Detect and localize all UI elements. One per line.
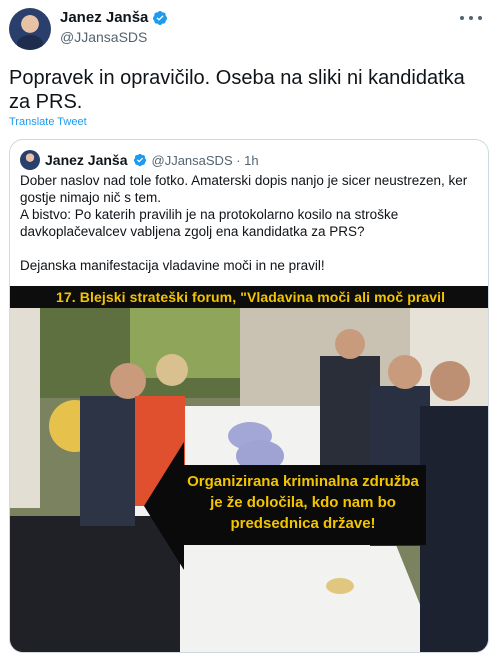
quoted-tweet-photo[interactable]: 17. Blejski strateški forum, "Vladavina … bbox=[10, 286, 488, 652]
quoted-tweet-card[interactable]: Janez Janša @JJansaSDS · 1h Dober naslov… bbox=[9, 139, 489, 653]
quoted-tweet-header: Janez Janša @JJansaSDS · 1h bbox=[20, 150, 259, 170]
photo-overlay-caption: Organizirana kriminalna združba je že do… bbox=[180, 465, 426, 545]
author-name-row: Janez Janša bbox=[60, 9, 168, 26]
author-handle[interactable]: @JJansaSDS bbox=[60, 29, 147, 45]
photo-banner: 17. Blejski strateški forum, "Vladavina … bbox=[10, 286, 488, 308]
more-options-icon[interactable] bbox=[460, 10, 482, 26]
verified-badge-icon bbox=[153, 10, 168, 25]
verified-badge-icon bbox=[133, 153, 146, 167]
quoted-author-meta: @JJansaSDS · 1h bbox=[151, 152, 259, 168]
quoted-author-name: Janez Janša bbox=[45, 152, 128, 168]
quoted-author-avatar bbox=[20, 150, 40, 170]
photo-overlay-text: Organizirana kriminalna združba je že do… bbox=[187, 473, 419, 532]
quoted-text-line: Dober naslov nad tole fotko. Amaterski d… bbox=[20, 173, 468, 205]
quoted-text-line: Dejanska manifestacija vladavine moči in… bbox=[20, 258, 325, 273]
author-name[interactable]: Janez Janša bbox=[60, 9, 148, 26]
translate-tweet-link[interactable]: Translate Tweet bbox=[9, 116, 87, 128]
author-avatar[interactable] bbox=[9, 8, 51, 50]
arrow-pointer-icon bbox=[144, 442, 184, 570]
photo-banner-text: 17. Blejski strateški forum, "Vladavina … bbox=[56, 289, 446, 305]
quoted-tweet-text: Dober naslov nad tole fotko. Amaterski d… bbox=[20, 172, 480, 274]
tweet-text: Popravek in opravičilo. Oseba na sliki n… bbox=[9, 67, 465, 113]
quoted-text-line: A bistvo: Po katerih pravilih je na prot… bbox=[20, 207, 399, 239]
tweet-header: Janez Janša @JJansaSDS bbox=[0, 0, 500, 60]
